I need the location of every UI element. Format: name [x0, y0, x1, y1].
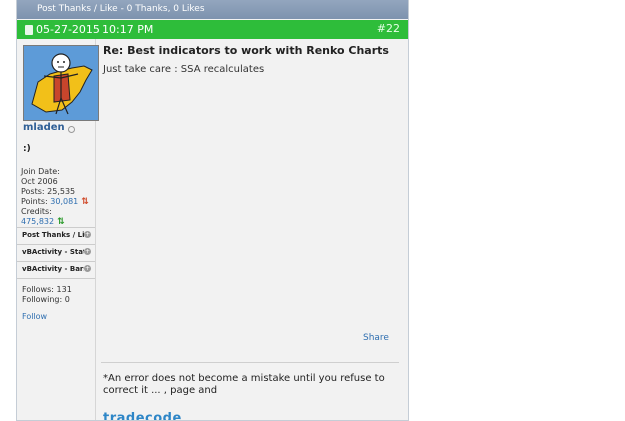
credits-label: Credits:: [21, 207, 52, 216]
follows-label: Follows:: [22, 285, 54, 294]
points-value[interactable]: 30,081: [50, 197, 78, 206]
sidebar-section-thanks[interactable]: Post Thanks / Like +: [17, 227, 95, 243]
sidebar-section-label: Post Thanks / Like: [22, 231, 84, 239]
post-message: Just take care : SSA recalculates: [103, 64, 265, 75]
following-value: 0: [64, 295, 70, 304]
signature-divider: [101, 362, 399, 363]
join-date-label: Join Date:: [21, 167, 60, 176]
user-title: :): [23, 144, 31, 154]
signature-text: *An error does not become a mistake unti…: [103, 373, 385, 396]
credits-icon: ⇅: [57, 217, 65, 227]
forum-post: Post Thanks / Like - 0 Thanks, 0 Likes 0…: [16, 0, 409, 421]
thanks-bar-label[interactable]: Post Thanks / Like - 0 Thanks, 0 Likes: [37, 4, 205, 14]
post-date: 05-27-2015: [36, 23, 100, 36]
post-number-link[interactable]: #22: [377, 22, 400, 35]
follows-row: Follows: 131: [22, 285, 72, 294]
offline-status-icon: [68, 126, 75, 133]
post-header-bar: 05-27-2015 10:17 PM #22: [17, 20, 408, 39]
points-row: Points: 30,081 ⇅: [21, 197, 89, 207]
expand-icon[interactable]: +: [84, 248, 91, 255]
user-info-panel: mladen :) Join Date: Oct 2006 Posts: 25,…: [17, 39, 99, 420]
sidebar-section-activity-stats[interactable]: vBActivity - Stats +: [17, 244, 95, 260]
avatar[interactable]: [23, 45, 99, 121]
thanks-bar: Post Thanks / Like - 0 Thanks, 0 Likes: [17, 0, 408, 19]
sidebar-section-activity-bars[interactable]: vBActivity - Bars +: [17, 261, 95, 277]
post-icon: [25, 25, 33, 35]
follows-value: 131: [56, 285, 72, 294]
following-label: Following:: [22, 295, 63, 304]
expand-icon[interactable]: +: [84, 231, 91, 238]
posts-label: Posts:: [21, 187, 45, 196]
expand-icon[interactable]: +: [84, 265, 91, 272]
following-row: Following: 0: [22, 295, 70, 304]
share-link[interactable]: Share: [363, 333, 389, 343]
sidebar-section-label: vBActivity - Stats: [22, 248, 84, 256]
credits-row: 475,832 ⇅: [21, 217, 89, 227]
post-time: 10:17 PM: [102, 23, 154, 36]
posts-value: 25,535: [47, 187, 76, 196]
username-link[interactable]: mladen: [23, 122, 65, 133]
join-date-value: Oct 2006: [21, 177, 58, 186]
sidebar-section-label: vBActivity - Bars: [22, 265, 84, 273]
user-details: Join Date: Oct 2006 Posts: 25,535 Points…: [21, 167, 89, 227]
divider: [17, 278, 95, 279]
avatar-image: [24, 46, 98, 120]
points-label: Points:: [21, 197, 48, 206]
post-title: Re: Best indicators to work with Renko C…: [103, 44, 389, 57]
posts-row: Posts: 25,535: [21, 187, 89, 197]
reputation-icon: ⇅: [81, 197, 89, 207]
follow-link[interactable]: Follow: [22, 312, 47, 321]
credits-value[interactable]: 475,832: [21, 217, 54, 226]
